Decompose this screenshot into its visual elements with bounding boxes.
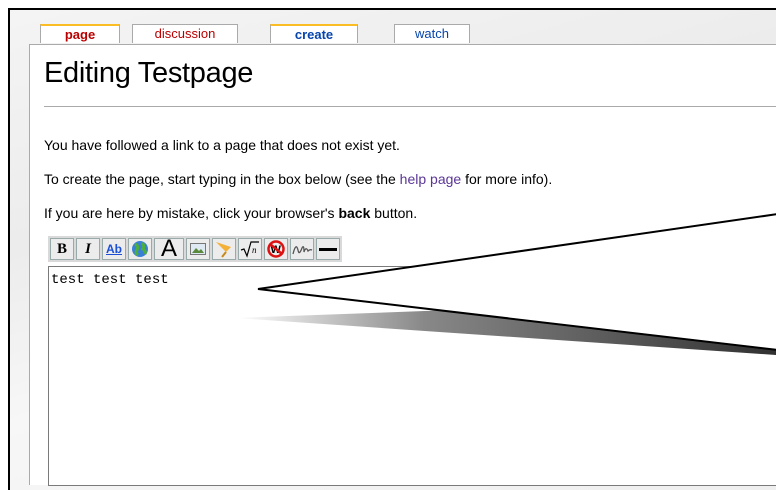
callout-pointer	[235, 213, 776, 355]
